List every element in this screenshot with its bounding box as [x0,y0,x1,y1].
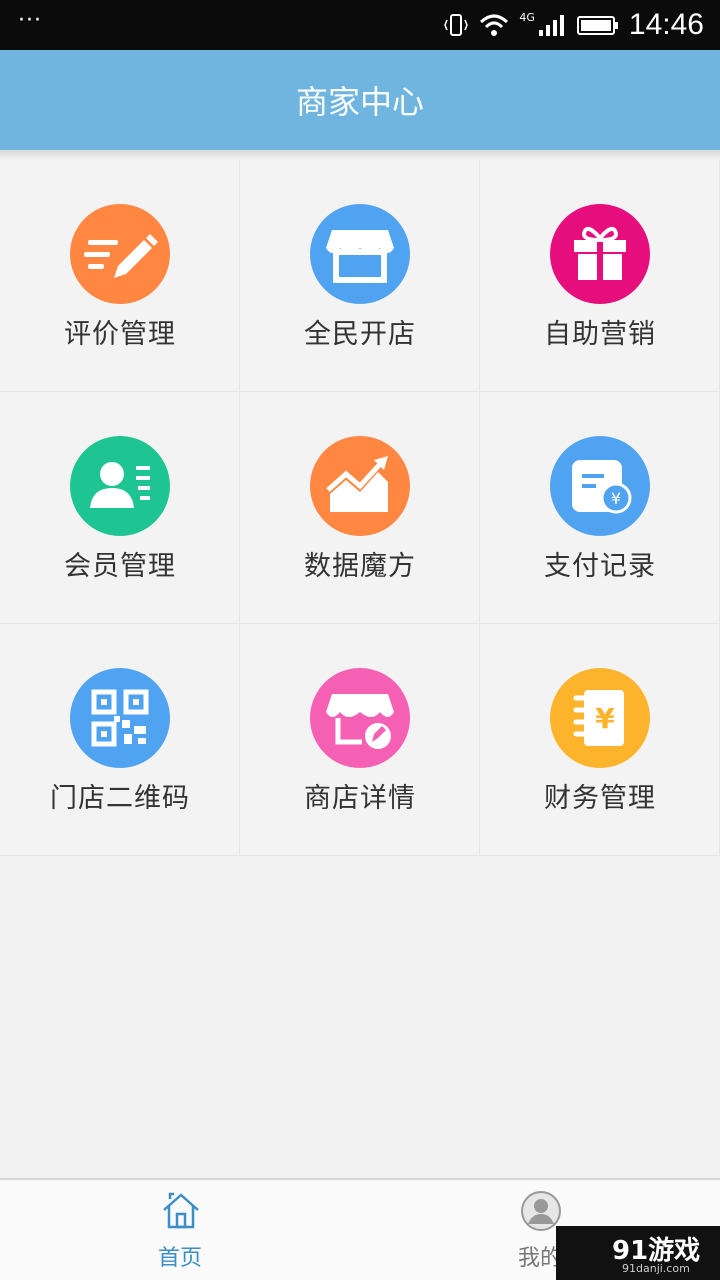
storefront-icon [310,204,410,304]
network-type: 4G [519,10,535,24]
header-shadow [0,150,720,160]
watermark: 91游戏 91danji.com [556,1226,720,1280]
grid-item-members[interactable]: 会员管理 [0,392,240,624]
grid-item-label: 财务管理 [544,783,656,814]
grid-item-label: 商店详情 [304,783,416,814]
grid-item-payments[interactable]: ¥ 支付记录 [480,392,720,624]
battery-icon [576,16,618,35]
app-bar: 商家中心 [0,50,720,150]
gift-icon [550,204,650,304]
pencil-note-icon [70,204,170,304]
trend-chart-icon [310,436,410,536]
watermark-site: 91danji.com [622,1262,690,1275]
page-title: 商家中心 [295,83,424,121]
payment-record-icon: ¥ [550,436,650,536]
grid-item-label: 自助营销 [544,319,656,350]
store-edit-icon [310,668,410,768]
grid-item-label: 会员管理 [64,551,176,582]
home-icon [163,1192,199,1229]
clock: 14:46 [628,8,704,41]
member-card-icon [70,436,170,536]
status-bar: ··· 4G 14:46 [0,0,720,50]
tab-label: 首页 [157,1246,202,1271]
grid-item-label: 全民开店 [304,319,416,350]
grid-item-data-cube[interactable]: 数据魔方 [240,392,480,624]
grid-item-finance[interactable]: ¥ 财务管理 [480,624,720,856]
wifi-icon [480,14,509,36]
qr-code-icon [70,668,170,768]
finance-book-icon: ¥ [550,668,650,768]
grid-item-open-store[interactable]: 全民开店 [240,160,480,392]
grid-item-label: 门店二维码 [50,783,190,814]
status-icons: 4G 14:46 [443,0,704,50]
tab-home[interactable]: 首页 [0,1180,360,1280]
grid-item-store-details[interactable]: 商店详情 [240,624,480,856]
svg-text:¥: ¥ [611,489,621,508]
grid-item-label: 数据魔方 [304,551,416,582]
svg-text:¥: ¥ [595,702,615,735]
vibrate-icon [444,14,469,36]
grid-item-label: 支付记录 [544,551,656,582]
grid-item-qr-code[interactable]: 门店二维码 [0,624,240,856]
grid-item-label: 评价管理 [64,319,176,350]
signal-icon [538,15,564,36]
menu-dots: ··· [18,8,42,33]
grid-item-marketing[interactable]: 自助营销 [480,160,720,392]
grid-item-reviews[interactable]: 评价管理 [0,160,240,392]
